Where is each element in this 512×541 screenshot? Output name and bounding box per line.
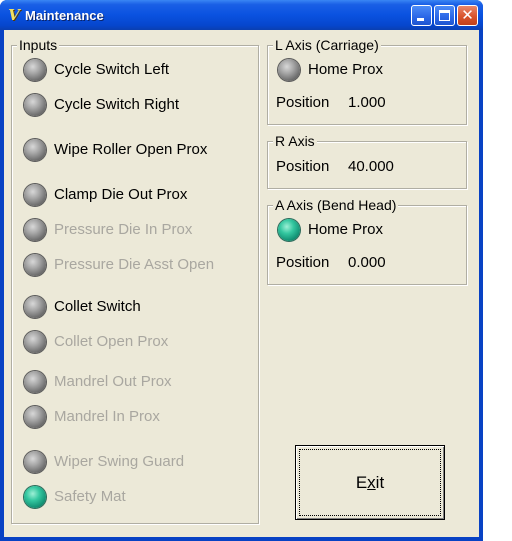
window-title: Maintenance [25,8,104,23]
input-led [24,94,46,116]
title-bar[interactable]: V Maintenance ✕ [0,0,483,30]
exit-button-label: Exit [355,473,385,492]
maximize-icon [439,10,450,21]
input-led [24,59,46,81]
input-label: Cycle Switch Right [54,96,180,113]
input-led [24,254,46,276]
a-axis-home-led [278,219,300,241]
exit-button[interactable]: Exit [295,445,445,520]
input-led [24,184,46,206]
a-axis-home-label: Home Prox [308,221,384,238]
client-area: Inputs Cycle Switch Left Cycle Switch Rig… [4,30,479,537]
maximize-button[interactable] [434,5,455,26]
input-label: Pressure Die In Prox [54,221,193,238]
input-led [24,451,46,473]
a-axis-position-value: 0.000 [348,254,386,271]
a-axis-position-label: Position [276,254,330,271]
input-led [24,219,46,241]
input-label: Safety Mat [54,488,126,505]
a-axis-title: A Axis (Bend Head) [273,197,399,213]
input-label: Collet Open Prox [54,333,169,350]
l-axis-position-label: Position [276,94,330,111]
input-led [24,486,46,508]
input-label: Mandrel Out Prox [54,373,172,390]
input-label: Collet Switch [54,298,141,315]
input-led [24,296,46,318]
a-axis-group: A Axis (Bend Head) Home Prox Position 0.… [267,197,467,285]
l-axis-home-led [278,59,300,81]
r-axis-position-label: Position [276,158,330,175]
input-label: Mandrel In Prox [54,408,160,425]
inputs-group: Inputs Cycle Switch Left Cycle Switch Rig… [11,37,259,524]
close-icon: ✕ [461,6,474,24]
r-axis-title: R Axis [273,133,317,149]
close-button[interactable]: ✕ [457,5,478,26]
r-axis-position-value: 40.000 [348,158,394,175]
maintenance-window: V Maintenance ✕ Inputs Cycle Switch Left… [0,0,483,541]
input-label: Wiper Swing Guard [54,453,185,470]
input-led [24,371,46,393]
minimize-button[interactable] [411,5,432,26]
inputs-group-title: Inputs [17,37,60,53]
input-label: Pressure Die Asst Open [54,256,215,273]
l-axis-group: L Axis (Carriage) Home Prox Position 1.0… [267,37,467,125]
input-led [24,331,46,353]
l-axis-home-label: Home Prox [308,61,384,78]
r-axis-group: R Axis Position 40.000 [267,133,467,189]
input-label: Clamp Die Out Prox [54,186,188,203]
input-label: Cycle Switch Left [54,61,170,78]
input-led [24,406,46,428]
app-icon: V [8,6,20,24]
l-axis-title: L Axis (Carriage) [273,37,381,53]
input-led [24,139,46,161]
l-axis-position-value: 1.000 [348,94,386,111]
input-label: Wipe Roller Open Prox [54,141,208,158]
minimize-icon [417,18,424,21]
